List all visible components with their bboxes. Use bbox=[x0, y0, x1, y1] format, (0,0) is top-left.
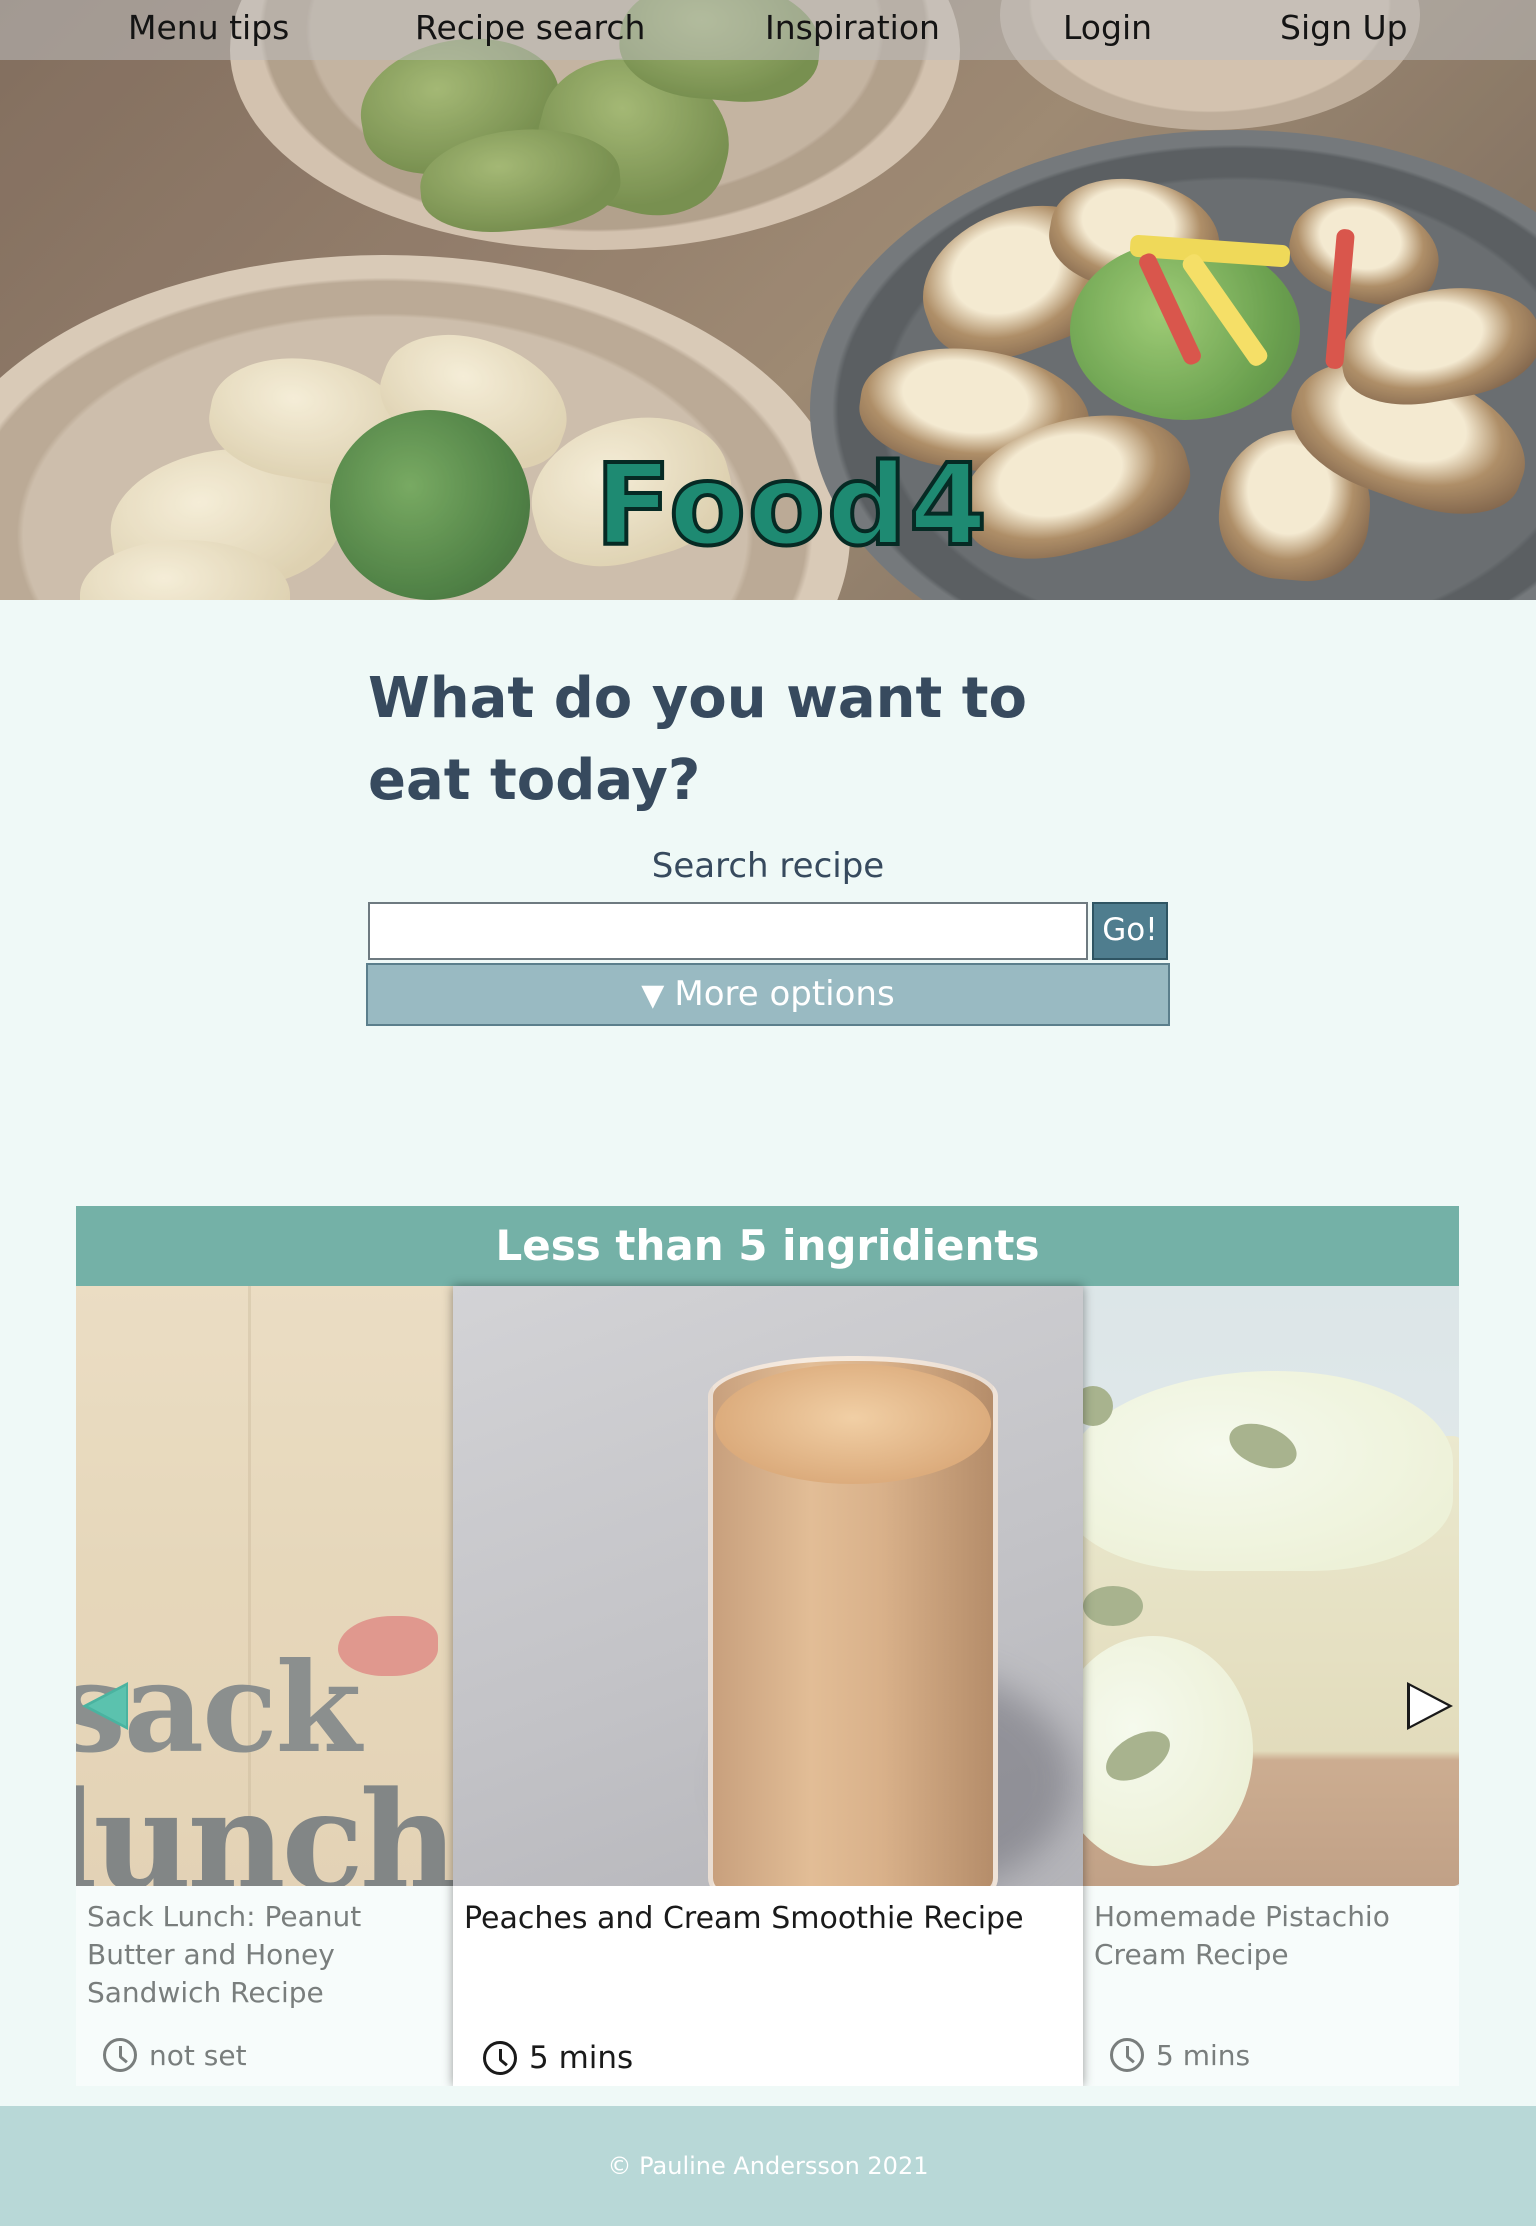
more-options-label: More options bbox=[674, 974, 895, 1014]
recipe-time-value: 5 mins bbox=[1156, 2038, 1251, 2072]
more-options-button[interactable]: ▼ More options bbox=[366, 963, 1170, 1026]
clock-icon bbox=[483, 2041, 517, 2075]
nav-inspiration[interactable]: Inspiration bbox=[765, 8, 940, 47]
recipe-card[interactable]: Homemade Pistachio Cream Recipe 5 mins bbox=[1083, 1286, 1459, 2086]
recipe-image: sack lunch bbox=[76, 1286, 453, 1886]
recipe-title: Sack Lunch: Peanut Butter and Honey Sand… bbox=[87, 1900, 362, 2009]
recipe-title: Homemade Pistachio Cream Recipe bbox=[1094, 1900, 1390, 1971]
hero-banner: Menu tips Recipe search Inspiration Logi… bbox=[0, 0, 1536, 600]
page-heading: What do you want to eat today? bbox=[368, 666, 1027, 813]
recipe-image-text: lunch bbox=[76, 1761, 453, 1886]
recipe-image bbox=[1083, 1286, 1459, 1886]
top-navigation: Menu tips Recipe search Inspiration Logi… bbox=[0, 0, 1536, 60]
clock-icon bbox=[1110, 2038, 1144, 2072]
nav-recipe-search[interactable]: Recipe search bbox=[415, 8, 645, 47]
recipe-image bbox=[453, 1286, 1083, 1886]
recipe-card[interactable]: Peaches and Cream Smoothie Recipe 5 mins bbox=[453, 1286, 1083, 2086]
site-logo[interactable]: Food4 bbox=[593, 448, 989, 564]
recipe-time: 5 mins bbox=[1110, 2038, 1250, 2072]
recipe-time-value: not set bbox=[149, 2038, 247, 2072]
apple-graphic bbox=[338, 1616, 438, 1676]
nav-login[interactable]: Login bbox=[1063, 8, 1152, 47]
recipe-card[interactable]: sack lunch Sack Lunch: Peanut Butter and… bbox=[76, 1286, 453, 2086]
nav-sign-up[interactable]: Sign Up bbox=[1280, 8, 1408, 47]
copyright-text: © Pauline Andersson 2021 bbox=[607, 2152, 929, 2180]
triangle-down-icon: ▼ bbox=[641, 978, 665, 1013]
footer: © Pauline Andersson 2021 bbox=[0, 2106, 1536, 2226]
nav-menu-tips[interactable]: Menu tips bbox=[128, 8, 289, 47]
carousel-title: Less than 5 ingridients bbox=[76, 1206, 1459, 1286]
recipe-title: Peaches and Cream Smoothie Recipe bbox=[464, 1901, 1024, 1936]
search-input[interactable] bbox=[368, 902, 1088, 960]
search-label: Search recipe bbox=[651, 846, 885, 886]
arrow-left-icon[interactable] bbox=[82, 1682, 128, 1730]
clock-icon bbox=[103, 2038, 137, 2072]
recipe-time-value: 5 mins bbox=[529, 2040, 634, 2076]
recipe-carousel: Less than 5 ingridients sack lunch Sack … bbox=[76, 1206, 1459, 2086]
recipe-time: 5 mins bbox=[483, 2040, 633, 2076]
recipe-time: not set bbox=[103, 2038, 247, 2072]
arrow-right-icon[interactable] bbox=[1407, 1682, 1453, 1730]
search-go-button[interactable]: Go! bbox=[1092, 902, 1168, 960]
